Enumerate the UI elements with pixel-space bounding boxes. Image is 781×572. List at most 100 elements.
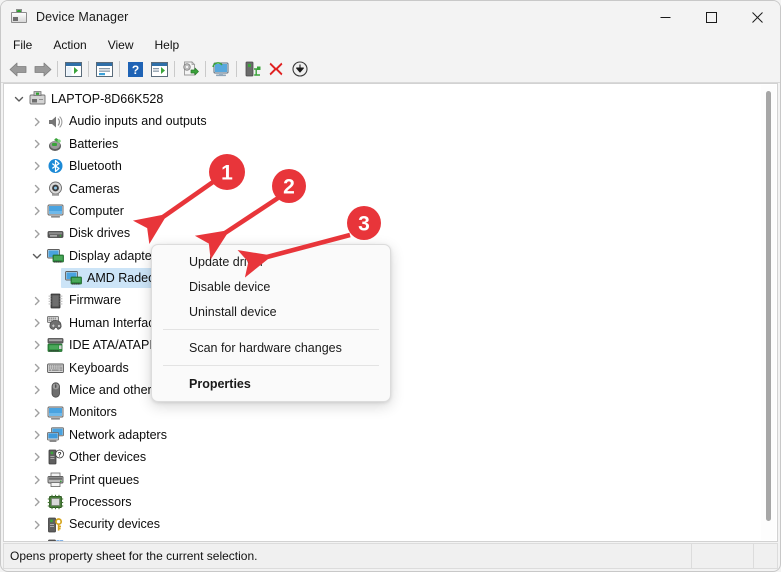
chevron-right-icon[interactable] xyxy=(30,115,43,128)
vertical-scrollbar[interactable] xyxy=(761,85,776,540)
svg-text:?: ? xyxy=(58,452,62,459)
chevron-right-icon[interactable] xyxy=(30,294,43,307)
status-pane-2 xyxy=(691,544,753,568)
toolbar-separator-2 xyxy=(88,61,89,77)
tree-item-processors[interactable]: Processors xyxy=(4,491,761,513)
tree-item-monitors[interactable]: Monitors xyxy=(4,401,761,423)
menu-view[interactable]: View xyxy=(99,36,143,54)
security-device-icon xyxy=(47,517,64,533)
chevron-right-icon[interactable] xyxy=(30,339,43,352)
tree-item-bluetooth[interactable]: Bluetooth xyxy=(4,155,761,177)
mouse-icon xyxy=(47,382,64,398)
scrollbar-thumb[interactable] xyxy=(766,91,771,521)
update-driver-button[interactable] xyxy=(178,58,202,80)
menu-help[interactable]: Help xyxy=(146,36,189,54)
tree-item-other-devices[interactable]: ? Other devices xyxy=(4,446,761,468)
tree-item-network-adapters[interactable]: Network adapters xyxy=(4,424,761,446)
camera-icon xyxy=(47,181,64,197)
tree-item-disk-drives[interactable]: Disk drives xyxy=(4,222,761,244)
svg-text:?: ? xyxy=(131,63,138,77)
chevron-right-icon[interactable] xyxy=(30,518,43,531)
chevron-down-icon[interactable] xyxy=(30,249,43,262)
tree-item-label: Processors xyxy=(69,496,132,509)
disk-drive-icon xyxy=(47,226,64,242)
chevron-right-icon[interactable] xyxy=(30,160,43,173)
chevron-right-icon[interactable] xyxy=(30,541,43,543)
maximize-button[interactable] xyxy=(688,1,734,33)
chevron-right-icon[interactable] xyxy=(30,361,43,374)
other-device-icon: ? xyxy=(47,449,64,465)
monitor-icon xyxy=(47,203,64,219)
tree-item-label: Disk drives xyxy=(69,227,130,240)
enable-device-button[interactable] xyxy=(240,58,264,80)
context-menu-separator-2 xyxy=(163,365,379,366)
context-menu-item-properties[interactable]: Properties xyxy=(152,371,390,396)
toolbar-separator-3 xyxy=(119,61,120,77)
toolbar-separator-1 xyxy=(57,61,58,77)
close-button[interactable] xyxy=(734,1,780,33)
context-menu-item-disable-device[interactable]: Disable device xyxy=(152,274,390,299)
firmware-icon xyxy=(47,293,64,309)
tree-item-batteries[interactable]: Batteries xyxy=(4,133,761,155)
chevron-right-icon[interactable] xyxy=(30,317,43,330)
tree-item-security-devices[interactable]: Security devices xyxy=(4,513,761,535)
tree-item-computer[interactable]: Computer xyxy=(4,200,761,222)
chevron-right-icon[interactable] xyxy=(30,496,43,509)
chevron-right-icon[interactable] xyxy=(30,473,43,486)
tree-item-label: Computer xyxy=(69,205,124,218)
show-hide-console-tree-button[interactable] xyxy=(61,58,85,80)
tree-row-root[interactable]: LAPTOP-8D66K528 xyxy=(4,88,761,110)
chevron-down-icon[interactable] xyxy=(12,93,25,106)
back-button[interactable] xyxy=(6,58,30,80)
tree-item-label: Print queues xyxy=(69,474,139,487)
tree-item-label: Other devices xyxy=(69,451,146,464)
display-adapter-icon xyxy=(47,248,64,264)
chevron-right-icon[interactable] xyxy=(30,451,43,464)
toolbar: ? xyxy=(1,56,780,83)
tree-item-label: Batteries xyxy=(69,138,118,151)
software-component-icon xyxy=(47,539,64,542)
show-hide-action-pane-button[interactable] xyxy=(147,58,171,80)
chevron-right-icon[interactable] xyxy=(30,406,43,419)
tree-item-label: Monitors xyxy=(69,406,117,419)
tree-item-audio-inputs-and-outputs[interactable]: Audio inputs and outputs xyxy=(4,110,761,132)
tree-item-label: Software components xyxy=(69,541,190,542)
chevron-right-icon[interactable] xyxy=(30,205,43,218)
window-title: Device Manager xyxy=(36,10,128,24)
forward-button[interactable] xyxy=(30,58,54,80)
context-menu-item-scan-for-hardware-changes[interactable]: Scan for hardware changes xyxy=(152,335,390,360)
status-message: Opens property sheet for the current sel… xyxy=(4,544,691,568)
menu-action[interactable]: Action xyxy=(44,36,95,54)
disable-device-button[interactable] xyxy=(288,58,312,80)
tree-root-label: LAPTOP-8D66K528 xyxy=(51,93,163,106)
tree-item-software-components[interactable]: Software components xyxy=(4,536,761,542)
computer-root-icon xyxy=(29,91,46,107)
printer-icon xyxy=(47,472,64,488)
chevron-right-icon[interactable] xyxy=(30,137,43,150)
device-manager-window: Device Manager File Action View Help xyxy=(0,0,781,572)
minimize-button[interactable] xyxy=(642,1,688,33)
properties-button[interactable] xyxy=(92,58,116,80)
scan-for-hardware-changes-button[interactable] xyxy=(209,58,233,80)
context-menu-item-uninstall-device[interactable]: Uninstall device xyxy=(152,299,390,324)
tree-item-label: Security devices xyxy=(69,518,160,531)
tree-item-label: Network adapters xyxy=(69,429,167,442)
bluetooth-icon xyxy=(47,158,64,174)
tree-item-cameras[interactable]: Cameras xyxy=(4,178,761,200)
device-manager-icon xyxy=(11,9,27,25)
menu-file[interactable]: File xyxy=(4,36,41,54)
help-button[interactable]: ? xyxy=(123,58,147,80)
display-adapter-icon xyxy=(65,270,82,286)
chevron-right-icon[interactable] xyxy=(30,429,43,442)
status-pane-3 xyxy=(753,544,777,568)
tree-item-label: Firmware xyxy=(69,294,121,307)
uninstall-device-button[interactable] xyxy=(264,58,288,80)
processor-icon xyxy=(47,494,64,510)
context-menu-item-update-driver[interactable]: Update driver xyxy=(152,249,390,274)
chevron-right-icon[interactable] xyxy=(30,227,43,240)
chevron-right-icon[interactable] xyxy=(30,182,43,195)
battery-icon xyxy=(47,136,64,152)
tree-item-print-queues[interactable]: Print queues xyxy=(4,469,761,491)
chevron-right-icon[interactable] xyxy=(30,384,43,397)
toolbar-separator-6 xyxy=(236,61,237,77)
